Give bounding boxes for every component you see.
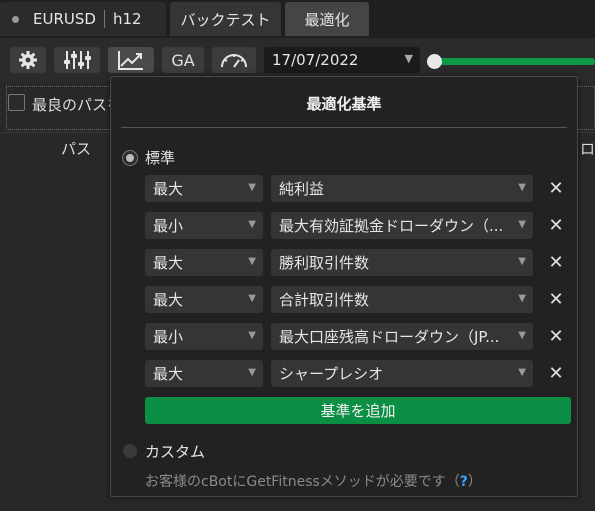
criterion-metric-value: 純利益 (279, 180, 325, 198)
chevron-down-icon: ▼ (518, 182, 526, 193)
status-dot-icon (12, 15, 19, 23)
chevron-down-icon: ▼ (248, 367, 256, 378)
tab-separator (103, 10, 105, 28)
criterion-metric-select[interactable]: 合計取引件数 ▼ (271, 286, 533, 313)
close-icon: ✕ (548, 288, 564, 310)
chevron-down-icon: ▼ (248, 219, 256, 230)
chevron-down-icon: ▼ (518, 367, 526, 378)
chevron-down-icon: ▼ (248, 182, 256, 193)
close-icon: ✕ (548, 325, 564, 347)
timeframe-label: h12 (112, 10, 142, 28)
optimization-criteria-popup: 最適化基準 標準 最大 ▼ 純利益 ▼ ✕ 最小 ▼ 最大有効証拠金ドローダウン（... ▼ ✕ 最… (110, 76, 578, 497)
help-link[interactable]: ? (460, 474, 468, 490)
criterion-direction-value: 最小 (153, 328, 184, 346)
date-value: 17/07/2022 (272, 51, 359, 69)
custom-hint: お客様のcBotにGetFitnessメソッドが必要です（?） (145, 471, 482, 491)
criterion-direction-select[interactable]: 最大 ▼ (145, 286, 263, 313)
remove-criterion-button[interactable]: ✕ (547, 362, 565, 384)
column-header-partial[interactable]: ロ (580, 138, 595, 159)
standard-radio[interactable] (123, 151, 137, 165)
chevron-down-icon: ▼ (518, 256, 526, 267)
speed-button[interactable] (212, 47, 256, 73)
gear-icon (19, 51, 37, 69)
custom-hint-text: お客様のcBotにGetFitnessメソッドが必要です（ (145, 474, 460, 490)
chevron-down-icon: ▼ (248, 256, 256, 267)
add-criterion-button[interactable]: 基準を追加 (145, 397, 571, 424)
close-icon: ✕ (548, 177, 564, 199)
custom-label: カスタム (145, 443, 206, 461)
date-select[interactable]: 17/07/2022 ▼ (264, 47, 420, 73)
ga-icon: GA (171, 50, 195, 70)
criterion-metric-value: シャープレシオ (279, 365, 384, 383)
custom-hint-suffix: ） (467, 474, 482, 490)
criterion-direction-select[interactable]: 最大 ▼ (145, 249, 263, 276)
criterion-direction-value: 最大 (153, 180, 184, 198)
gauge-icon (221, 54, 247, 68)
criterion-metric-value: 合計取引件数 (279, 291, 370, 309)
remove-criterion-button[interactable]: ✕ (547, 177, 565, 199)
ga-button[interactable]: GA (162, 47, 204, 73)
popup-divider (121, 127, 567, 128)
tab-optimize[interactable]: 最適化 (285, 2, 369, 36)
criterion-direction-select[interactable]: 最大 ▼ (145, 175, 263, 202)
chevron-down-icon: ▼ (248, 330, 256, 341)
criterion-direction-value: 最小 (153, 217, 184, 235)
criterion-direction-select[interactable]: 最小 ▼ (145, 323, 263, 350)
criterion-metric-value: 最大口座残高ドローダウン（JP... (279, 328, 500, 346)
chevron-down-icon: ▼ (518, 293, 526, 304)
tab-backtest[interactable]: バックテスト (170, 2, 281, 36)
criterion-metric-value: 最大有効証拠金ドローダウン（... (279, 217, 504, 235)
criterion-direction-value: 最大 (153, 254, 184, 272)
close-icon: ✕ (548, 251, 564, 273)
best-pass-label: 最良のパスを (32, 96, 123, 114)
criterion-direction-value: 最大 (153, 365, 184, 383)
chevron-down-icon: ▼ (248, 293, 256, 304)
column-header-pass[interactable]: パス (61, 138, 91, 159)
criterion-metric-select[interactable]: 勝利取引件数 ▼ (271, 249, 533, 276)
symbol-label: EURUSD (33, 10, 96, 28)
chevron-down-icon: ▼ (404, 52, 413, 65)
progress-handle[interactable] (427, 54, 442, 69)
remove-criterion-button[interactable]: ✕ (547, 251, 565, 273)
criterion-metric-value: 勝利取引件数 (279, 254, 370, 272)
criterion-metric-select[interactable]: シャープレシオ ▼ (271, 360, 533, 387)
remove-criterion-button[interactable]: ✕ (547, 325, 565, 347)
chevron-down-icon: ▼ (518, 219, 526, 230)
custom-radio[interactable] (123, 444, 137, 458)
chart-line-icon (118, 51, 143, 70)
remove-criterion-button[interactable]: ✕ (547, 288, 565, 310)
criterion-metric-select[interactable]: 純利益 ▼ (271, 175, 533, 202)
tab-bar: EURUSD h12 バックテスト 最適化 (0, 0, 595, 38)
parameters-button[interactable] (54, 47, 100, 73)
remove-criterion-button[interactable]: ✕ (547, 214, 565, 236)
optimization-criteria-button[interactable] (108, 47, 154, 73)
criterion-metric-select[interactable]: 最大有効証拠金ドローダウン（... ▼ (271, 212, 533, 239)
settings-button[interactable] (10, 47, 46, 73)
tab-symbol[interactable]: EURUSD h12 (0, 2, 166, 36)
criterion-direction-select[interactable]: 最小 ▼ (145, 212, 263, 239)
criterion-metric-select[interactable]: 最大口座残高ドローダウン（JP... ▼ (271, 323, 533, 350)
progress-fill (440, 58, 595, 65)
criterion-direction-select[interactable]: 最大 ▼ (145, 360, 263, 387)
criterion-direction-value: 最大 (153, 291, 184, 309)
close-icon: ✕ (548, 362, 564, 384)
standard-label: 標準 (145, 149, 176, 167)
popup-title: 最適化基準 (306, 95, 382, 113)
sliders-icon (64, 51, 91, 69)
close-icon: ✕ (548, 214, 564, 236)
chevron-down-icon: ▼ (518, 330, 526, 341)
best-pass-checkbox[interactable] (8, 94, 25, 111)
